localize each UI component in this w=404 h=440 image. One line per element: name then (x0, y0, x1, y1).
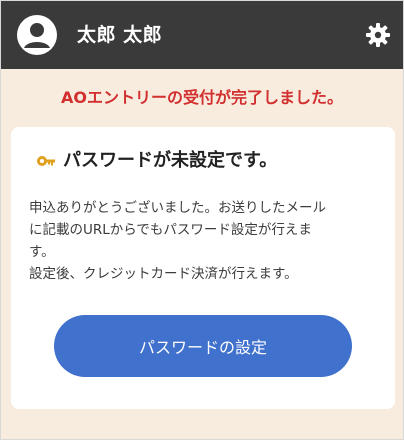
password-card: パスワードが未設定です。 申込ありがとうございました。お送りしたメール に記載の… (11, 127, 395, 409)
card-body: 申込ありがとうございました。お送りしたメール に記載のURLからでもパスワード設… (29, 197, 377, 285)
key-icon (37, 156, 55, 166)
app-frame: 太郎 太郎 AOエントリーの受付が完了しました。 パスワードが未設定です。 申込… (0, 0, 404, 440)
body-line: す。 (29, 244, 55, 260)
completion-message: AOエントリーの受付が完了しました。 (61, 88, 343, 107)
set-password-button[interactable]: パスワードの設定 (54, 315, 352, 377)
body-line: 設定後、クレジットカード決済が行えます。 (29, 266, 298, 282)
body-line: 申込ありがとうございました。お送りしたメール (29, 200, 326, 216)
user-name: 太郎 太郎 (77, 24, 163, 46)
card-title: パスワードが未設定です。 (63, 150, 278, 171)
header-bar: 太郎 太郎 (1, 1, 403, 69)
card-title-row: パスワードが未設定です。 (35, 149, 377, 173)
gear-icon[interactable] (365, 22, 391, 48)
user-avatar-icon[interactable] (17, 15, 57, 55)
body-line: に記載のURLからでもパスワード設定が行えま (29, 222, 312, 238)
